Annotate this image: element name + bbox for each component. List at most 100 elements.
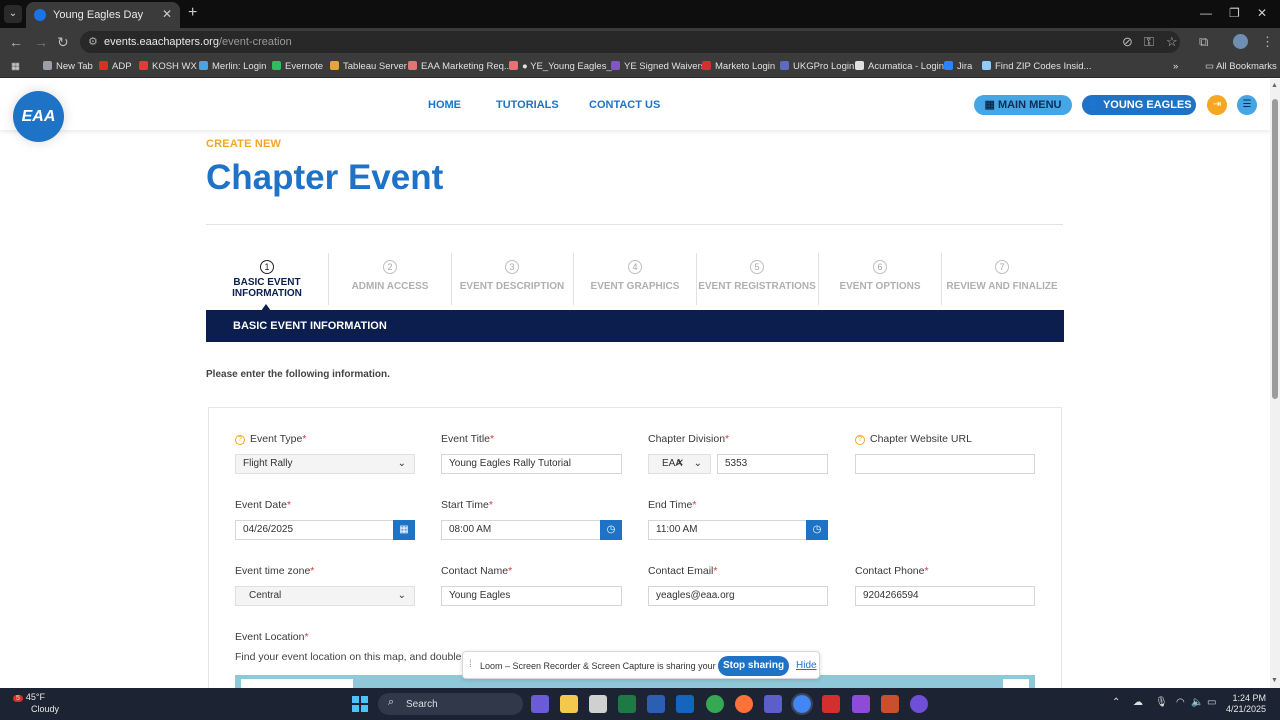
bookmark-item[interactable]: Tableau Server (330, 61, 407, 72)
bookmark-item[interactable]: New Tab (43, 61, 93, 72)
taskbar-search[interactable]: ⌕ Search (378, 693, 523, 715)
start-time-input[interactable]: 08:00 AM ◷ (441, 520, 622, 540)
map-fullscreen-button[interactable] (1003, 679, 1029, 688)
bookmark-item[interactable]: Merlin: Login (199, 61, 266, 72)
bookmark-item[interactable]: YE Signed Waivers (611, 61, 706, 72)
restore-icon[interactable]: ❐ (1229, 6, 1240, 20)
chapter-number-input[interactable]: 5353 (717, 454, 828, 474)
word-icon[interactable] (647, 695, 665, 713)
new-tab-icon[interactable]: + (188, 4, 197, 22)
system-clock[interactable]: 1:24 PM 4/21/2025 (1226, 693, 1266, 715)
help-icon[interactable]: ? (855, 435, 865, 445)
end-time-input[interactable]: 11:00 AM ◷ (648, 520, 828, 540)
event-date-input[interactable]: 04/26/2025 ▦ (235, 520, 415, 540)
page-scrollbar[interactable]: ▲ ▼ (1270, 79, 1280, 688)
acrobat-icon[interactable] (822, 695, 840, 713)
app-icon[interactable] (852, 695, 870, 713)
bookmark-star-icon[interactable]: ☆ (1166, 34, 1178, 50)
bookmarks-overflow-icon[interactable]: » (1173, 61, 1178, 72)
teams-icon[interactable] (764, 695, 782, 713)
tray-overflow-icon[interactable]: ⌃ (1112, 697, 1120, 708)
volume-icon[interactable]: 🔈 (1191, 697, 1203, 708)
chrome-active-icon[interactable] (791, 693, 813, 715)
help-icon[interactable]: ? (235, 435, 245, 445)
powerpoint-icon[interactable] (881, 695, 899, 713)
file-explorer-icon[interactable] (560, 695, 578, 713)
main-menu-button[interactable]: ▦ MAIN MENU (974, 95, 1072, 115)
step-event-graphics[interactable]: 4 EVENT GRAPHICS (574, 260, 696, 292)
bookmark-item[interactable]: Acumatica - Login (855, 61, 944, 72)
map-search-box[interactable] (241, 679, 353, 688)
tab-close-icon[interactable]: ✕ (162, 7, 172, 21)
bookmark-item[interactable]: ● YE_Young Eagles_... (509, 61, 620, 72)
wifi-icon[interactable]: ◠ (1176, 697, 1185, 708)
more-menu-icon[interactable]: ⋮ (1261, 34, 1274, 50)
stop-sharing-button[interactable]: Stop sharing (718, 656, 789, 676)
bookmark-item[interactable]: Marketo Login (702, 61, 775, 72)
site-info-icon[interactable]: ⚙ (88, 35, 98, 48)
scroll-thumb[interactable] (1272, 99, 1278, 399)
step-admin-access[interactable]: 2 ADMIN ACCESS (329, 260, 451, 292)
apps-grid-icon[interactable]: ▦ (11, 61, 20, 72)
hide-link[interactable]: Hide (796, 660, 817, 671)
clock-icon[interactable]: ◷ (600, 520, 622, 540)
outlook-icon[interactable] (676, 695, 694, 713)
tracking-icon[interactable]: ⊘ (1122, 34, 1133, 50)
contact-phone-input[interactable]: 9204266594 (855, 586, 1035, 606)
all-bookmarks[interactable]: ▭ All Bookmarks (1205, 61, 1277, 72)
calendar-icon[interactable]: ▦ (393, 520, 415, 540)
scroll-down-icon[interactable]: ▼ (1271, 677, 1278, 684)
step-review-and-finalize[interactable]: 7 REVIEW AND FINALIZE (941, 260, 1063, 292)
profile-avatar-icon[interactable] (1233, 34, 1248, 49)
clear-icon[interactable]: ✕ (676, 455, 684, 473)
young-eagles-button[interactable]: 👤 YOUNG EAGLES (1082, 95, 1196, 115)
chapter-prefix-select[interactable]: EAA ✕ ⌄ (648, 454, 711, 474)
chapter-website-input[interactable] (855, 454, 1035, 474)
weather-widget[interactable]: 5 45°F Cloudy (13, 692, 59, 715)
drag-handle-icon[interactable]: ⁞ (469, 659, 472, 670)
windows-start-icon[interactable] (352, 696, 368, 712)
logout-icon[interactable]: ⇥ (1207, 95, 1227, 115)
forward-icon[interactable]: → (34, 34, 48, 50)
bookmark-item[interactable]: UKGPro Login (780, 61, 854, 72)
back-icon[interactable]: ← (9, 34, 23, 50)
clock-icon[interactable]: ◷ (806, 520, 828, 540)
extensions-icon[interactable]: ⧉ (1199, 34, 1208, 50)
copilot-icon[interactable] (531, 695, 549, 713)
snipping-tool-icon[interactable] (589, 695, 607, 713)
bookmark-item[interactable]: Jira (944, 61, 972, 72)
contact-name-input[interactable]: Young Eagles (441, 586, 622, 606)
nav-contact-us[interactable]: CONTACT US (589, 99, 660, 111)
event-type-select[interactable]: Flight Rally ⌄ (235, 454, 415, 474)
minimize-icon[interactable]: — (1200, 6, 1212, 20)
nav-home[interactable]: HOME (428, 99, 461, 111)
event-title-input[interactable]: Young Eagles Rally Tutorial (441, 454, 622, 474)
bookmark-item[interactable]: ADP (99, 61, 132, 72)
excel-icon[interactable] (618, 695, 636, 713)
browser-tab[interactable]: Young Eagles Day ✕ (26, 2, 180, 28)
eaa-logo[interactable]: EAA (13, 91, 64, 142)
step-basic-event-information[interactable]: 1 BASIC EVENT INFORMATION (206, 260, 328, 299)
step-event-description[interactable]: 3 EVENT DESCRIPTION (451, 260, 573, 292)
onedrive-icon[interactable]: ☁ (1133, 697, 1143, 708)
close-window-icon[interactable]: ✕ (1257, 6, 1267, 20)
scroll-up-icon[interactable]: ▲ (1271, 82, 1278, 89)
bookmark-item[interactable]: EAA Marketing Req... (408, 61, 512, 72)
hamburger-menu-icon[interactable]: ☰ (1237, 95, 1257, 115)
bookmark-item[interactable]: Find ZIP Codes Insid... (982, 61, 1091, 72)
bookmark-item[interactable]: KOSH WX (139, 61, 197, 72)
tab-search-icon[interactable]: ⌄ (4, 5, 22, 23)
password-key-icon[interactable]: ⚿ (1144, 34, 1154, 50)
battery-icon[interactable]: ▭ (1207, 697, 1216, 708)
reload-icon[interactable]: ↻ (57, 34, 69, 51)
step-event-registrations[interactable]: 5 EVENT REGISTRATIONS (696, 260, 818, 292)
microphone-icon[interactable]: 🎙 (1155, 697, 1168, 708)
address-bar[interactable]: ⚙ events.eaachapters.org/event-creation (80, 31, 1180, 53)
contact-email-input[interactable]: yeagles@eaa.org (648, 586, 828, 606)
bookmark-item[interactable]: Evernote (272, 61, 323, 72)
chrome-icon[interactable] (706, 695, 724, 713)
loom-icon[interactable] (910, 695, 928, 713)
time-zone-select[interactable]: Central ⌄ (235, 586, 415, 606)
firefox-icon[interactable] (735, 695, 753, 713)
nav-tutorials[interactable]: TUTORIALS (496, 99, 559, 111)
